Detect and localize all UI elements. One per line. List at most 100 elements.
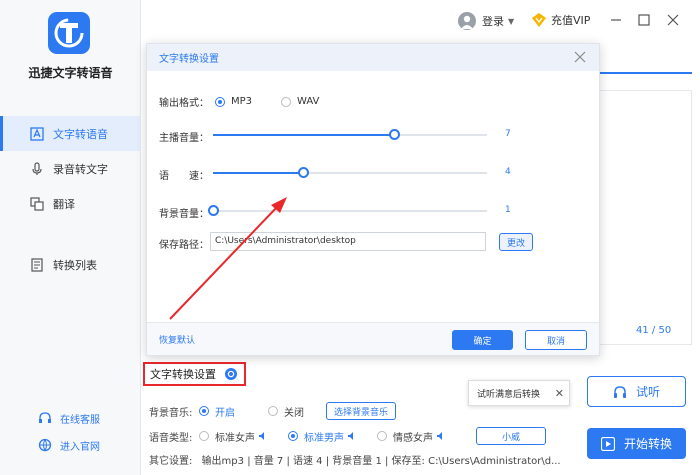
vip-label: 充值VIP <box>551 14 591 27</box>
other-settings-label: 其它设置: <box>149 456 193 467</box>
bg-on-label: 开启 <box>215 407 235 419</box>
voice-type-row: 语音类型: 标准女声 标准男声 情感女声 小威 <box>149 427 546 445</box>
save-path-label: 保存路径： <box>159 240 209 251</box>
change-path-button[interactable]: 更改 <box>499 233 533 251</box>
host-volume-slider[interactable] <box>213 129 487 140</box>
sidebar-item-translate[interactable]: 翻译 <box>0 186 141 221</box>
headset-icon <box>38 411 52 425</box>
text-input-area[interactable] <box>600 90 692 345</box>
format-wav-radio[interactable] <box>281 96 291 107</box>
save-path-input[interactable]: C:\Users\Administrator\desktop <box>210 232 486 251</box>
host-volume-row: 主播音量： <box>159 129 211 144</box>
bg-volume-value: 1 <box>505 205 511 215</box>
chevron-down-icon: ▼ <box>508 16 515 26</box>
dialog-header: 文字转换设置 <box>147 44 599 71</box>
voice-label-male: 标准男声 <box>304 432 344 444</box>
host-volume-label: 主播音量： <box>159 133 209 144</box>
listen-tooltip: 试听满意后转换 ✕ <box>468 380 570 406</box>
maximize-button[interactable] <box>636 12 652 28</box>
slider-knob[interactable] <box>208 205 219 216</box>
start-convert-label: 开始转换 <box>623 437 672 451</box>
bg-on-radio[interactable] <box>199 406 209 416</box>
listen-button[interactable]: 试听 <box>587 376 686 407</box>
char-counter: 41 / 50 <box>636 325 672 336</box>
slider-knob[interactable] <box>388 129 400 140</box>
speed-value: 4 <box>505 167 511 177</box>
bg-music-row: 背景音乐: 开启 关闭 选择背景音乐 <box>149 402 396 420</box>
bg-volume-row: 背景音量： <box>159 205 211 220</box>
save-path-row: 保存路径： <box>159 236 211 251</box>
login-button[interactable]: 登录 ▼ <box>458 12 514 30</box>
voice-radio-emotional[interactable] <box>377 431 387 441</box>
voice-label-female: 标准女声 <box>215 432 255 444</box>
tooltip-text: 试听满意后转换 <box>477 389 541 400</box>
sidebar-bottom: 在线客服 进入官网 <box>0 406 141 460</box>
voice-more-button[interactable]: 小威 <box>476 427 546 445</box>
online-service-link[interactable]: 在线客服 <box>0 406 141 430</box>
voice-radio-male[interactable] <box>288 431 298 441</box>
sidebar-item-convert-list[interactable]: 转换列表 <box>0 247 141 282</box>
speed-slider[interactable] <box>213 167 487 178</box>
speaker-icon[interactable] <box>347 431 357 441</box>
sidebar-nav: 文字转语音 录音转文字 翻译 转换列表 <box>0 116 141 282</box>
bg-music-label: 背景音乐: <box>149 407 193 419</box>
speaker-icon[interactable] <box>436 431 446 441</box>
dialog-title: 文字转换设置 <box>159 54 219 65</box>
sidebar-item-label: 录音转文字 <box>53 162 108 176</box>
speaker-icon[interactable] <box>258 431 268 441</box>
bg-off-label: 关闭 <box>284 407 304 419</box>
online-service-label: 在线客服 <box>60 414 100 426</box>
format-row: 输出格式： MP3 WAV <box>159 94 319 109</box>
headphones-icon <box>613 385 627 399</box>
host-volume-value: 7 <box>505 129 511 139</box>
dialog-footer: 恢复默认 确定 取消 <box>147 322 599 355</box>
speed-row: 语 速： <box>159 167 211 182</box>
vip-crown-icon <box>531 12 547 28</box>
vip-button[interactable]: 充值VIP <box>531 12 590 28</box>
conversion-settings-header[interactable]: 文字转换设置 <box>143 362 246 386</box>
select-bg-music-button[interactable]: 选择背景音乐 <box>326 402 396 420</box>
close-icon[interactable] <box>573 50 587 64</box>
main-tab-indicator <box>600 72 692 74</box>
login-label: 登录 <box>482 15 504 28</box>
bg-off-radio[interactable] <box>268 406 278 416</box>
start-convert-button[interactable]: 开始转换 <box>587 428 686 459</box>
microphone-icon <box>30 161 44 176</box>
app-title: 迅捷文字转语音 <box>28 66 113 80</box>
text-to-speech-icon <box>30 126 44 141</box>
settings-header-label: 文字转换设置 <box>150 368 216 381</box>
sidebar-item-speech-to-text[interactable]: 录音转文字 <box>0 151 141 186</box>
bg-volume-slider[interactable] <box>208 205 487 216</box>
play-icon <box>600 436 616 451</box>
sidebar-item-label: 翻译 <box>53 197 75 211</box>
format-label: 输出格式： <box>159 98 209 109</box>
slider-fill <box>213 172 304 174</box>
listen-label: 试听 <box>635 385 660 399</box>
gear-icon[interactable] <box>224 367 238 381</box>
format-mp3-radio[interactable] <box>215 96 225 107</box>
cancel-button[interactable]: 取消 <box>525 330 587 350</box>
confirm-button[interactable]: 确定 <box>452 330 513 350</box>
voice-label-emotional: 情感女声 <box>393 432 433 444</box>
voice-type-label: 语音类型: <box>149 432 193 444</box>
other-settings-summary: 输出mp3 | 音量 7 | 语速 4 | 背景音量 1 | 保存至: C:\U… <box>201 456 561 467</box>
voice-radio-female[interactable] <box>199 431 209 441</box>
close-window-button[interactable] <box>665 12 681 28</box>
other-settings-row: 其它设置: 输出mp3 | 音量 7 | 语速 4 | 背景音量 1 | 保存至… <box>149 452 579 467</box>
format-mp3-label: MP3 <box>231 96 253 107</box>
sidebar-item-text-to-speech[interactable]: 文字转语音 <box>0 116 141 151</box>
restore-default-link[interactable]: 恢复默认 <box>159 333 195 346</box>
official-site-link[interactable]: 进入官网 <box>0 433 141 457</box>
slider-knob[interactable] <box>298 167 310 178</box>
minimize-button[interactable] <box>608 12 624 28</box>
bg-volume-label: 背景音量： <box>159 209 209 220</box>
convert-list-icon <box>30 257 44 272</box>
translate-icon <box>30 196 44 211</box>
close-icon[interactable]: ✕ <box>555 387 564 400</box>
format-wav-label: WAV <box>297 96 320 107</box>
official-site-label: 进入官网 <box>60 441 100 453</box>
sidebar-item-label: 转换列表 <box>53 258 97 272</box>
speed-label: 语 速： <box>159 171 209 182</box>
app-window: 迅捷文字转语音 文字转语音 录音转文字 翻译 转换列表 在线客服 进入官网 登录… <box>0 0 700 475</box>
app-logo-icon <box>48 12 90 54</box>
